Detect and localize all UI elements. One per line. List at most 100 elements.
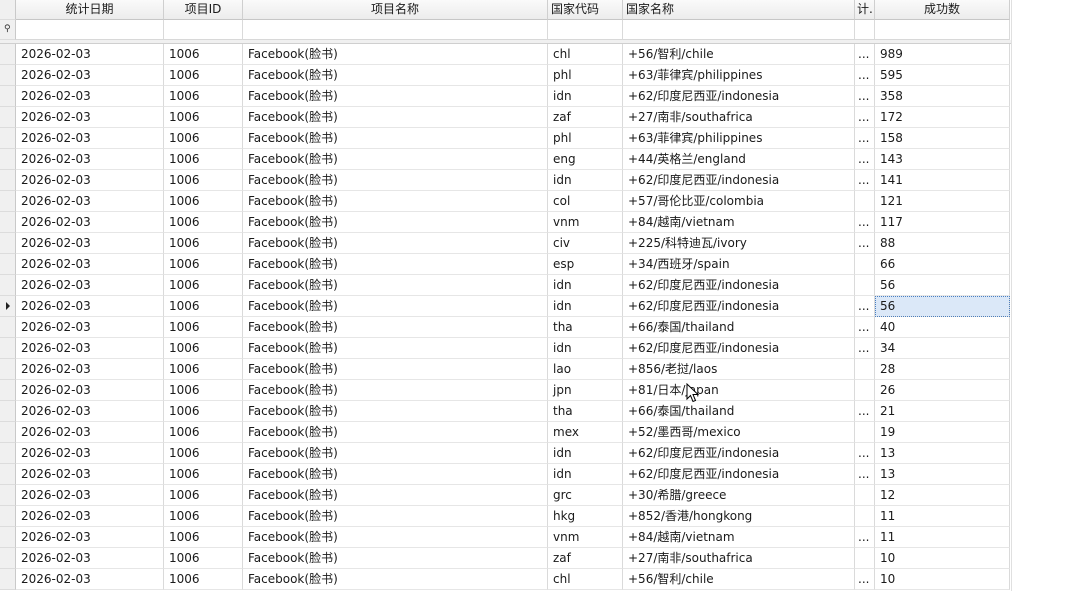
row-indicator[interactable] [0,191,16,212]
cell-project-name[interactable]: Facebook(脸书) [243,233,548,254]
cell-project-id[interactable]: 1006 [164,254,243,275]
cell-truncated[interactable]: ... [855,170,875,191]
row-indicator[interactable] [0,65,16,86]
cell-project-name[interactable]: Facebook(脸书) [243,380,548,401]
cell-project-id[interactable]: 1006 [164,464,243,485]
filter-cell-truncated[interactable] [855,20,875,40]
cell-project-id[interactable]: 1006 [164,422,243,443]
cell-country-name[interactable]: +225/科特迪瓦/ivory [623,233,855,254]
row-indicator[interactable] [0,485,16,506]
cell-truncated[interactable]: ... [855,212,875,233]
cell-country-name[interactable]: +63/菲律宾/philippines [623,128,855,149]
cell-truncated[interactable]: ... [855,464,875,485]
cell-country-code[interactable]: jpn [548,380,623,401]
cell-country-code[interactable]: idn [548,275,623,296]
cell-country-name[interactable]: +81/日本/japan [623,380,855,401]
cell-truncated[interactable]: ... [855,317,875,338]
cell-country-code[interactable]: lao [548,359,623,380]
cell-project-name[interactable]: Facebook(脸书) [243,254,548,275]
cell-success-count[interactable]: 28 [875,359,1010,380]
row-indicator[interactable] [0,338,16,359]
cell-date[interactable]: 2026-02-03 [16,275,164,296]
cell-country-code[interactable]: idn [548,338,623,359]
table-row[interactable]: 2026-02-03 1006 Facebook(脸书) idn +62/印度尼西亚/i… [0,170,1011,191]
cell-country-code[interactable]: grc [548,485,623,506]
cell-project-name[interactable]: Facebook(脸书) [243,317,548,338]
cell-truncated[interactable] [855,485,875,506]
cell-date[interactable]: 2026-02-03 [16,464,164,485]
cell-date[interactable]: 2026-02-03 [16,527,164,548]
cell-success-count[interactable]: 117 [875,212,1010,233]
cell-project-id[interactable]: 1006 [164,569,243,590]
column-header-country-code[interactable]: 国家代码 [548,0,623,20]
cell-country-name[interactable]: +27/南非/southafrica [623,548,855,569]
cell-date[interactable]: 2026-02-03 [16,359,164,380]
cell-project-id[interactable]: 1006 [164,107,243,128]
table-row[interactable]: 2026-02-03 1006 Facebook(脸书) idn +62/印度尼西亚/i… [0,275,1011,296]
column-header-country-name[interactable]: 国家名称 [623,0,855,20]
cell-project-name[interactable]: Facebook(脸书) [243,107,548,128]
row-indicator[interactable] [0,275,16,296]
cell-truncated[interactable] [855,191,875,212]
row-indicator[interactable] [0,149,16,170]
cell-project-id[interactable]: 1006 [164,443,243,464]
cell-success-count[interactable]: 21 [875,401,1010,422]
cell-country-name[interactable]: +62/印度尼西亚/indonesia [623,443,855,464]
cell-country-code[interactable]: idn [548,170,623,191]
cell-project-name[interactable]: Facebook(脸书) [243,401,548,422]
row-indicator[interactable] [0,107,16,128]
cell-success-count[interactable]: 13 [875,464,1010,485]
cell-date[interactable]: 2026-02-03 [16,86,164,107]
cell-project-id[interactable]: 1006 [164,275,243,296]
cell-success-count[interactable]: 10 [875,569,1010,590]
cell-date[interactable]: 2026-02-03 [16,485,164,506]
cell-country-name[interactable]: +34/西班牙/spain [623,254,855,275]
cell-date[interactable]: 2026-02-03 [16,128,164,149]
cell-date[interactable]: 2026-02-03 [16,380,164,401]
cell-country-name[interactable]: +66/泰国/thailand [623,401,855,422]
cell-project-id[interactable]: 1006 [164,506,243,527]
cell-project-id[interactable]: 1006 [164,170,243,191]
cell-truncated[interactable]: ... [855,44,875,65]
cell-success-count[interactable]: 172 [875,107,1010,128]
cell-project-id[interactable]: 1006 [164,191,243,212]
table-row[interactable]: 2026-02-03 1006 Facebook(脸书) civ +225/科特迪瓦/i… [0,233,1011,254]
table-row[interactable]: 2026-02-03 1006 Facebook(脸书) zaf +27/南非/sout… [0,548,1011,569]
cell-success-count[interactable]: 34 [875,338,1010,359]
cell-project-name[interactable]: Facebook(脸书) [243,128,548,149]
cell-project-id[interactable]: 1006 [164,86,243,107]
cell-truncated[interactable] [855,254,875,275]
cell-success-count[interactable]: 158 [875,128,1010,149]
row-indicator[interactable] [0,317,16,338]
cell-truncated[interactable] [855,422,875,443]
cell-project-id[interactable]: 1006 [164,212,243,233]
cell-project-name[interactable]: Facebook(脸书) [243,506,548,527]
row-indicator[interactable] [0,548,16,569]
cell-project-name[interactable]: Facebook(脸书) [243,527,548,548]
table-row[interactable]: 2026-02-03 1006 Facebook(脸书) phl +63/菲律宾/phi… [0,128,1011,149]
cell-project-id[interactable]: 1006 [164,233,243,254]
cell-date[interactable]: 2026-02-03 [16,212,164,233]
cell-truncated[interactable] [855,359,875,380]
cell-date[interactable]: 2026-02-03 [16,443,164,464]
cell-truncated[interactable] [855,380,875,401]
cell-country-name[interactable]: +56/智利/chile [623,44,855,65]
row-indicator[interactable] [0,86,16,107]
cell-success-count[interactable]: 11 [875,527,1010,548]
cell-project-name[interactable]: Facebook(脸书) [243,86,548,107]
table-row[interactable]: 2026-02-03 1006 Facebook(脸书) idn +62/印度尼西亚/i… [0,464,1011,485]
cell-country-code[interactable]: idn [548,443,623,464]
cell-success-count[interactable]: 12 [875,485,1010,506]
cell-country-name[interactable]: +30/希腊/greece [623,485,855,506]
cell-date[interactable]: 2026-02-03 [16,401,164,422]
cell-country-name[interactable]: +84/越南/vietnam [623,212,855,233]
table-row[interactable]: 2026-02-03 1006 Facebook(脸书) hkg +852/香港/hon… [0,506,1011,527]
cell-country-code[interactable]: idn [548,296,623,317]
cell-country-code[interactable]: mex [548,422,623,443]
column-header-date[interactable]: 统计日期 [16,0,164,20]
cell-truncated[interactable]: ... [855,128,875,149]
table-row[interactable]: 2026-02-03 1006 Facebook(脸书) grc +30/希腊/gree… [0,485,1011,506]
table-row[interactable]: 2026-02-03 1006 Facebook(脸书) vnm +84/越南/viet… [0,527,1011,548]
column-header-truncated[interactable]: 计.. [855,0,875,20]
cell-success-count[interactable]: 56 [875,275,1010,296]
